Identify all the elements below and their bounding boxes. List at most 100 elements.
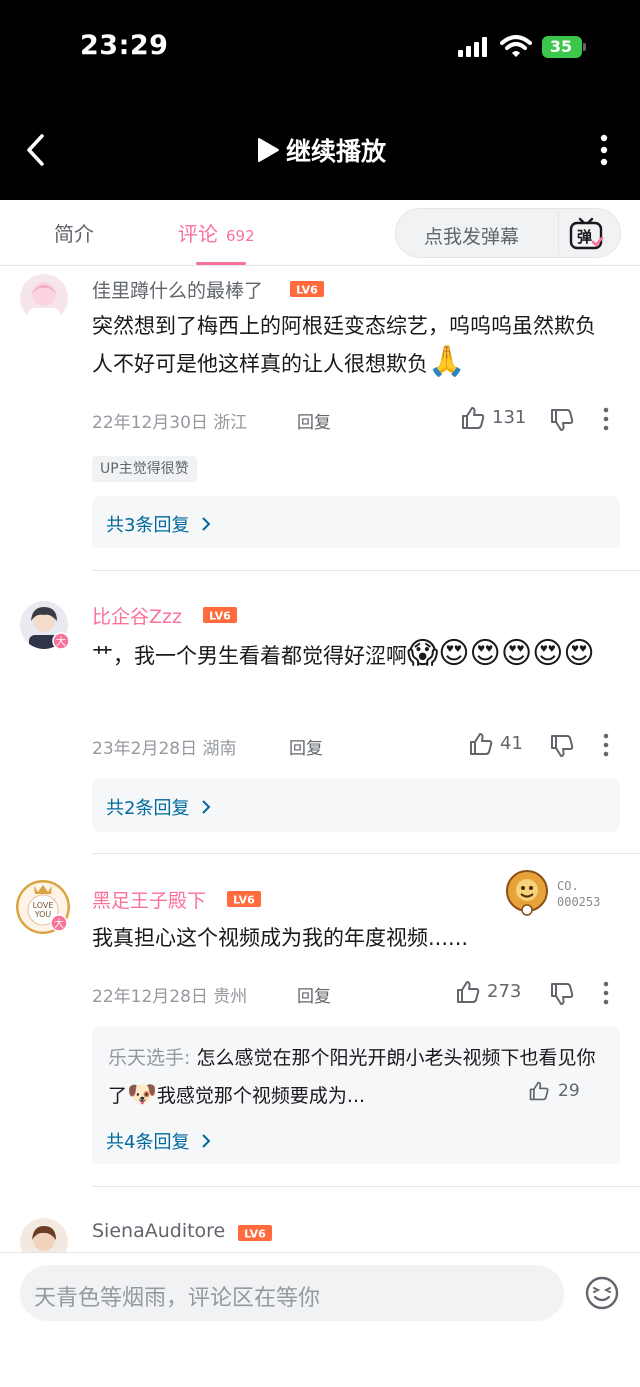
thumbs-down-icon[interactable] (549, 407, 575, 433)
sub-thumbs-up-icon[interactable] (528, 1080, 550, 1102)
top-bar: 23:29 35 继续播放 (0, 0, 640, 200)
sub-reply-emoji: 🐶 (127, 1080, 157, 1108)
big-vip-badge-icon: 大 (50, 914, 68, 932)
comment-divider (92, 570, 640, 571)
comment-region: 浙江 (213, 413, 248, 433)
comment-meta: 22年12月28日 贵州 (92, 982, 247, 1007)
chevron-right-icon (202, 800, 211, 814)
level-badge: LV6 (290, 281, 324, 297)
svg-text:大: 大 (54, 917, 64, 930)
continue-play-button[interactable]: 继续播放 (256, 130, 386, 170)
battery-indicator: 35 (542, 36, 586, 58)
sub-reply-text-b: 我感觉那个视频要成为... (156, 1085, 366, 1107)
play-icon (258, 138, 279, 162)
comment-input-placeholder: 天青色等烟雨，评论区在等你 (34, 1286, 321, 1311)
comment-meta: 23年2月28日 湖南 (92, 734, 237, 759)
sub-like-count: 29 (558, 1081, 580, 1101)
comment-input-bar: 天青色等烟雨，评论区在等你 (0, 1252, 640, 1387)
level-text: LV6 (233, 894, 255, 907)
chevron-right-icon (202, 1134, 211, 1148)
svg-text:LOVE: LOVE (33, 901, 54, 910)
sub-reply-colon: : (184, 1047, 197, 1069)
comment-more-icon[interactable] (600, 981, 612, 1005)
wifi-icon (500, 35, 532, 57)
avatar[interactable] (20, 274, 68, 322)
reply-button[interactable]: 回复 (289, 734, 323, 759)
level-text: LV6 (296, 284, 318, 297)
back-button[interactable] (22, 132, 50, 168)
up-liked-tag: UP主觉得很赞 (92, 456, 197, 482)
thumbs-up-icon[interactable] (455, 979, 481, 1005)
status-time: 23:29 (80, 30, 169, 61)
fan-badge-number: CO. 000253 (557, 879, 600, 909)
danmaku-input[interactable]: 点我发弹幕 弹 (395, 208, 621, 258)
comment-date: 23年2月28日 (92, 739, 198, 759)
comment-divider (92, 853, 640, 854)
level-badge: LV6 (238, 1225, 272, 1241)
tab-intro[interactable]: 简介 (54, 218, 94, 247)
thumbs-down-icon[interactable] (549, 733, 575, 759)
thumbs-up-icon[interactable] (468, 731, 494, 757)
danmaku-icon[interactable]: 弹 (568, 217, 604, 251)
level-badge: LV6 (227, 891, 261, 907)
replies-link[interactable]: 共4条回复 (106, 1128, 211, 1154)
comment-divider (92, 1186, 640, 1187)
tab-comments[interactable]: 评论 692 (178, 218, 255, 247)
tab-active-indicator (196, 262, 246, 265)
comment-text: 艹，我一个男生看着都觉得好涩啊😱😍😍😍😍😍 (92, 636, 612, 674)
comment-emoji: 🙏 (428, 344, 466, 379)
cellular-signal-icon (458, 37, 487, 57)
battery-level: 35 (549, 37, 573, 56)
fan-badge-line1: CO. (557, 879, 579, 893)
username[interactable]: 比企谷Zzz (92, 602, 182, 629)
comment-text-body: 艹，我一个男生看着都觉得好涩啊 (92, 644, 407, 668)
level-text: LV6 (244, 1228, 266, 1241)
sub-reply[interactable]: 乐天选手: 怎么感觉在那个阳光开朗小老头视频下也看见你了🐶我感觉那个视频要成为.… (108, 1040, 608, 1114)
fan-badge-icon (506, 870, 548, 916)
comment-region: 湖南 (202, 739, 237, 759)
comment-more-icon[interactable] (600, 407, 612, 431)
comment-more-icon[interactable] (600, 733, 612, 757)
svg-text:YOU: YOU (34, 910, 52, 919)
battery-nub (583, 43, 586, 51)
level-badge: LV6 (203, 607, 237, 623)
comment-date: 22年12月30日 (92, 413, 208, 433)
replies-count-label: 共4条回复 (106, 1132, 190, 1153)
comment-meta: 22年12月30日 浙江 (92, 408, 247, 433)
thumbs-up-icon[interactable] (460, 405, 486, 431)
reply-preview-box[interactable]: 乐天选手: 怎么感觉在那个阳光开朗小老头视频下也看见你了🐶我感觉那个视频要成为.… (92, 1026, 620, 1164)
reply-button[interactable]: 回复 (297, 408, 331, 433)
tab-comments-label: 评论 (178, 222, 218, 246)
sub-reply-author[interactable]: 乐天选手 (108, 1047, 184, 1069)
emoji-face-icon[interactable] (584, 1275, 620, 1311)
replies-link[interactable]: 共3条回复 (106, 511, 211, 537)
comment-region: 贵州 (213, 987, 248, 1007)
replies-link[interactable]: 共2条回复 (106, 794, 211, 820)
svg-text:大: 大 (56, 635, 66, 648)
continue-play-label: 继续播放 (286, 137, 387, 166)
big-vip-badge-icon: 大 (52, 632, 70, 650)
like-count: 131 (492, 407, 527, 428)
svg-text:弹: 弹 (577, 228, 592, 246)
comment-text: 突然想到了梅西上的阿根廷变态综艺，呜呜呜虽然欺负人不好可是他这样真的让人很想欺负… (92, 308, 612, 382)
like-count: 41 (500, 733, 523, 754)
comment-text-body: 突然想到了梅西上的阿根廷变态综艺，呜呜呜虽然欺负人不好可是他这样真的让人很想欺负 (92, 314, 596, 376)
comments-count: 692 (226, 227, 255, 245)
username[interactable]: 黑足王子殿下 (92, 886, 206, 913)
replies-count-label: 共3条回复 (106, 515, 190, 536)
username[interactable]: 佳里蹲什么的最棒了 (92, 276, 263, 303)
fan-badge-line2: 000253 (557, 895, 600, 909)
comment-emoji: 😱😍😍😍😍😍 (407, 636, 595, 671)
thumbs-down-icon[interactable] (549, 981, 575, 1007)
reply-button[interactable]: 回复 (297, 982, 331, 1007)
more-vertical-icon[interactable] (594, 133, 614, 167)
reply-preview-box[interactable]: 共2条回复 (92, 778, 620, 832)
comment-date: 22年12月28日 (92, 987, 208, 1007)
username[interactable]: SienaAuditore (92, 1220, 225, 1242)
comment-text: 我真担心这个视频成为我的年度视频...... (92, 926, 469, 950)
level-text: LV6 (209, 610, 231, 623)
comment-input[interactable]: 天青色等烟雨，评论区在等你 (20, 1265, 564, 1321)
danmaku-divider (558, 211, 559, 255)
reply-preview-box[interactable]: 共3条回复 (92, 496, 620, 548)
replies-count-label: 共2条回复 (106, 798, 190, 819)
